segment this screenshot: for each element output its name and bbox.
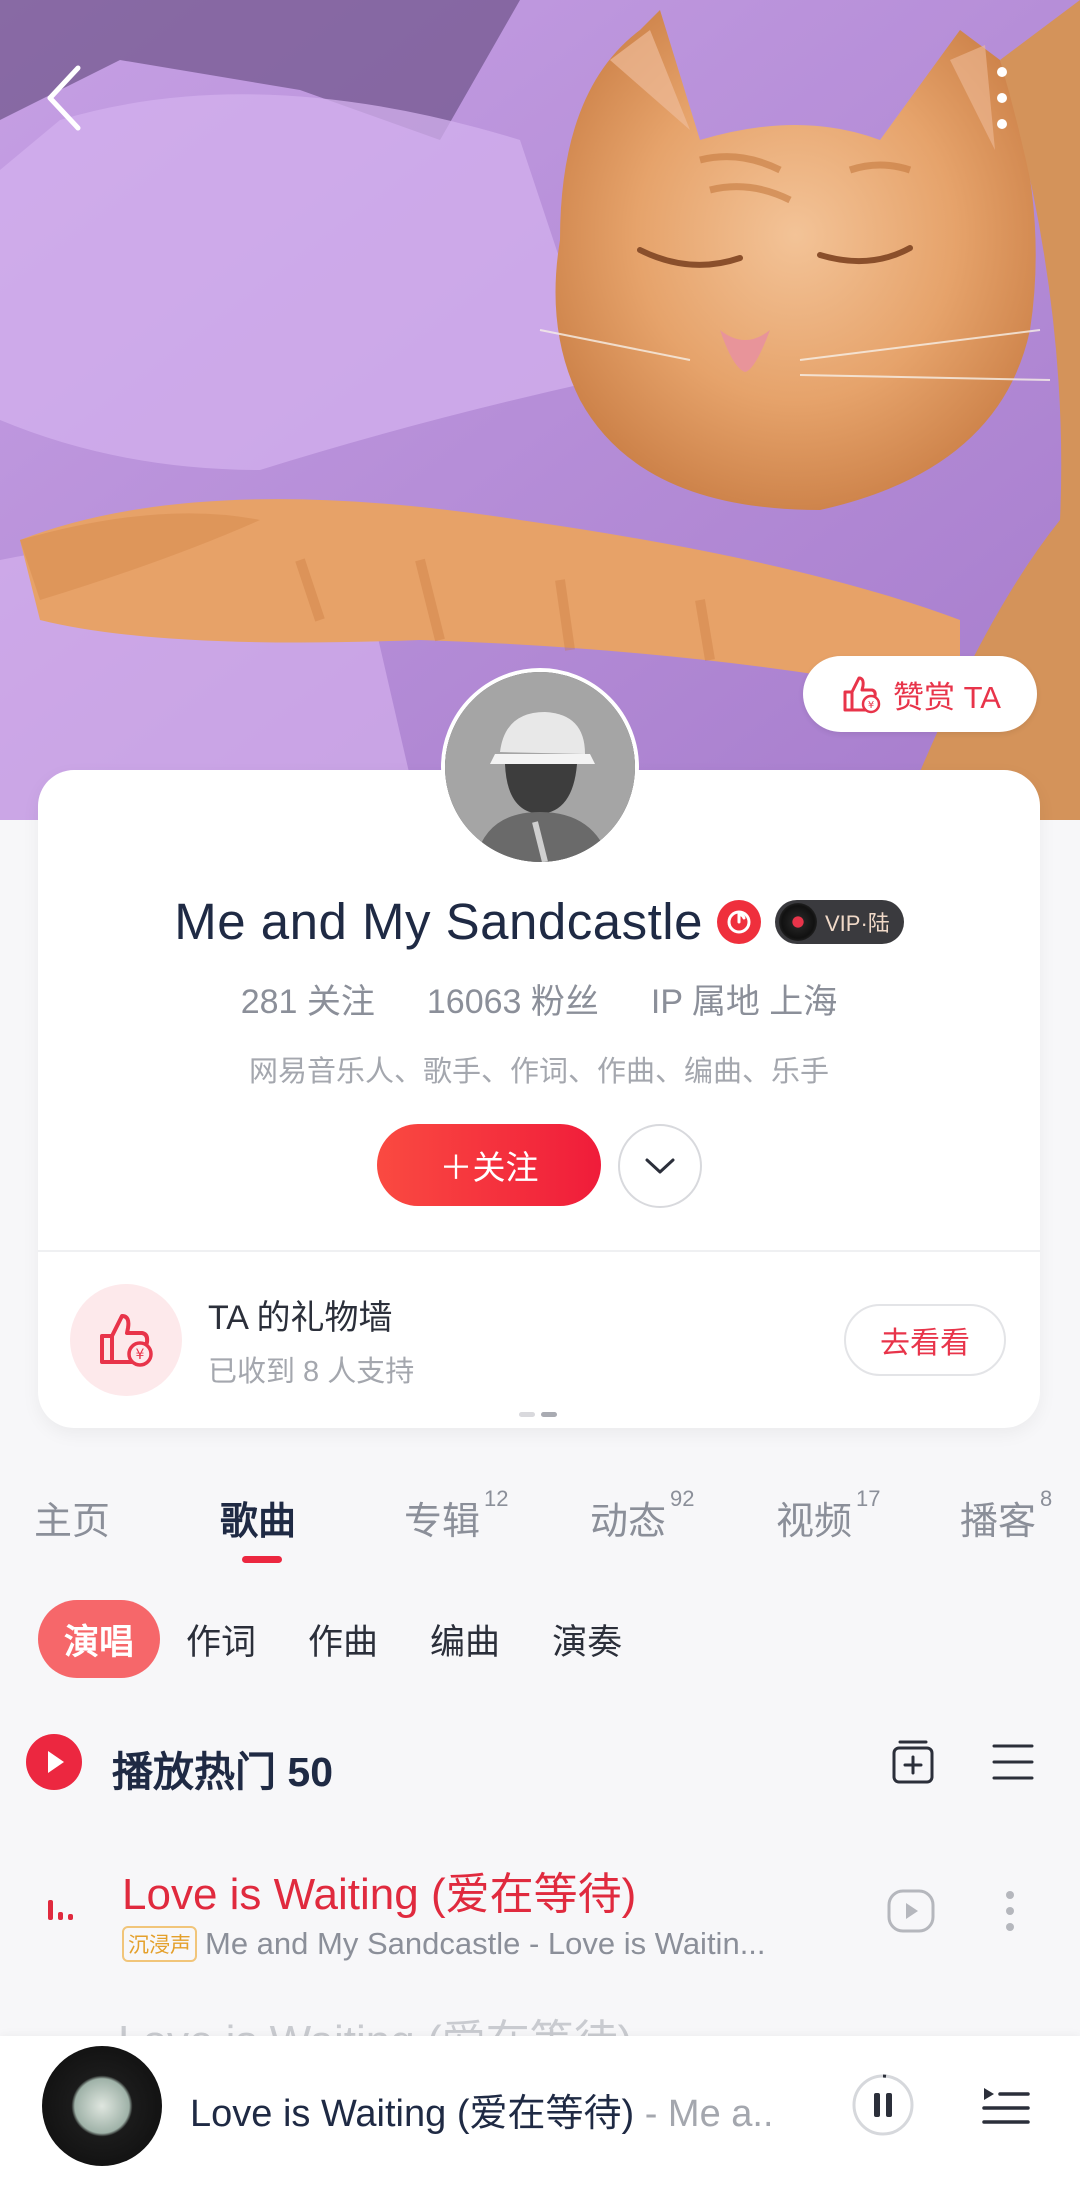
chevron-left-icon xyxy=(47,65,81,131)
gift-wall-title: TA 的礼物墙 xyxy=(208,1299,393,1337)
back-button[interactable] xyxy=(40,60,96,136)
tab-songs[interactable]: 歌曲 xyxy=(220,1490,296,1545)
tab-activity[interactable]: 动态92 xyxy=(590,1486,695,1545)
stats-row: 281 关注 16063 粉丝 IP 属地 上海 xyxy=(38,974,1040,1023)
filter-sing[interactable]: 演唱 xyxy=(38,1600,161,1678)
svg-text:¥: ¥ xyxy=(136,1347,145,1363)
tab-label: 视频 xyxy=(776,1501,853,1543)
tab-label: 主页 xyxy=(34,1501,111,1543)
musician-badge-icon[interactable] xyxy=(716,899,761,944)
following-label: 关注 xyxy=(306,983,375,1021)
vertical-dots-icon xyxy=(1006,1891,1014,1931)
svg-text:¥: ¥ xyxy=(868,700,874,711)
player-title: Love is Waiting (爱在等待) xyxy=(190,2093,635,2135)
active-tab-indicator xyxy=(242,1556,282,1563)
pager-dot xyxy=(519,1412,535,1417)
tab-home[interactable]: 主页 xyxy=(34,1490,110,1545)
tab-count: 12 xyxy=(484,1486,509,1512)
song-title: Love is Waiting (爱在等待) xyxy=(122,1870,637,1919)
reward-button[interactable]: ¥ 赞赏 TA xyxy=(803,656,1037,732)
tab-count: 8 xyxy=(1040,1486,1053,1512)
card-divider xyxy=(38,1250,1040,1252)
ip-location: IP 属地 上海 xyxy=(650,983,838,1021)
more-button[interactable] xyxy=(978,60,1028,136)
artist-roles: 网易音乐人、歌手、作词、作曲、编曲、乐手 xyxy=(248,1056,829,1088)
album-art-disc[interactable] xyxy=(42,2046,162,2166)
add-to-playlist-button[interactable] xyxy=(888,1736,938,1788)
song-row[interactable]: Love is Waiting (爱在等待) 沉浸声 Me and My San… xyxy=(0,1850,1080,1980)
tab-videos[interactable]: 视频17 xyxy=(776,1486,881,1545)
play-all-label: 播放热门 50 xyxy=(112,1749,333,1795)
song-more-button[interactable] xyxy=(1000,1886,1020,1936)
thumbs-up-coin-icon: ¥ xyxy=(100,1314,153,1367)
pause-button[interactable] xyxy=(850,2072,916,2138)
multi-select-button[interactable] xyxy=(990,1740,1036,1784)
name-row: Me and My Sandcastle VIP·陆 xyxy=(38,892,1040,951)
tab-podcasts[interactable]: 播客8 xyxy=(960,1486,1052,1545)
play-all-icon[interactable] xyxy=(26,1734,82,1790)
profile-card: Me and My Sandcastle VIP·陆 281 关注 16063 … xyxy=(38,770,1040,1428)
immersive-audio-tag: 沉浸声 xyxy=(122,1926,197,1962)
tab-albums[interactable]: 专辑12 xyxy=(404,1486,509,1545)
gift-wall-subtitle: 已收到 8 人支持 xyxy=(208,1356,415,1388)
filter-lyrics[interactable]: 作词 xyxy=(160,1600,282,1678)
tab-label: 专辑 xyxy=(404,1501,481,1543)
tab-count: 17 xyxy=(856,1486,881,1512)
mini-player[interactable]: Love is Waiting (爱在等待) - Me a... xyxy=(0,2036,1080,2194)
tab-label: 播客 xyxy=(960,1501,1037,1543)
vinyl-icon xyxy=(778,902,817,941)
player-track: Love is Waiting (爱在等待) - Me a... xyxy=(190,2082,770,2137)
followers-count: 16063 xyxy=(426,983,522,1021)
song-artist-album: Me and My Sandcastle - Love is Waitin... xyxy=(205,1926,766,1961)
play-icon xyxy=(48,1751,64,1773)
vertical-dots-icon xyxy=(997,67,1007,129)
role-filter: 演唱 作词 作曲 编曲 演奏 xyxy=(38,1600,648,1678)
gift-wall-view-button[interactable]: 去看看 xyxy=(844,1304,1006,1376)
chevron-down-icon xyxy=(645,1158,675,1174)
music-note-icon xyxy=(727,910,751,933)
play-video-button[interactable] xyxy=(886,1886,936,1936)
profile-tabs: 主页 歌曲 专辑12 动态92 视频17 播客8 xyxy=(0,1486,1080,1570)
carousel-indicator xyxy=(519,1412,557,1417)
followers-stat[interactable]: 16063 粉丝 xyxy=(427,974,599,1023)
tab-label: 歌曲 xyxy=(220,1501,297,1543)
player-artist: - Me a... xyxy=(634,2093,770,2135)
expand-button[interactable] xyxy=(618,1124,702,1208)
avatar[interactable] xyxy=(441,668,639,866)
followers-label: 粉丝 xyxy=(530,983,599,1021)
filter-arrange[interactable]: 编曲 xyxy=(404,1600,526,1678)
vip-badge[interactable]: VIP·陆 xyxy=(774,899,904,944)
song-subtitle-row: 沉浸声 Me and My Sandcastle - Love is Waiti… xyxy=(122,1926,766,1962)
reward-label: 赞赏 TA xyxy=(893,679,1001,715)
filter-perform[interactable]: 演奏 xyxy=(526,1600,648,1678)
thumbs-up-coin-icon: ¥ xyxy=(843,676,881,714)
following-count: 281 xyxy=(240,983,298,1021)
now-playing-equalizer-icon xyxy=(48,1900,73,1920)
add-playlist-icon xyxy=(892,1740,934,1784)
vip-label: VIP·陆 xyxy=(824,910,890,936)
filter-compose[interactable]: 作曲 xyxy=(282,1600,404,1678)
gift-wall-icon: ¥ xyxy=(70,1284,182,1396)
avatar-photo xyxy=(445,672,635,862)
tab-count: 92 xyxy=(670,1486,695,1512)
tab-label: 动态 xyxy=(590,1501,667,1543)
following-stat[interactable]: 281 关注 xyxy=(241,974,375,1023)
pager-dot-active xyxy=(541,1412,557,1417)
queue-icon xyxy=(982,2088,1030,2124)
video-play-icon xyxy=(887,1889,935,1933)
follow-button[interactable]: ＋关注 xyxy=(377,1124,601,1206)
playlist-queue-button[interactable] xyxy=(980,2082,1032,2130)
artist-name: Me and My Sandcastle xyxy=(174,893,703,950)
play-all-row[interactable]: 播放热门 50 xyxy=(26,1732,1056,1795)
list-menu-icon xyxy=(992,1744,1034,1780)
next-song-peek: Love is Waiting (爱在等待) xyxy=(118,2012,718,2036)
pause-icon xyxy=(852,2074,914,2136)
